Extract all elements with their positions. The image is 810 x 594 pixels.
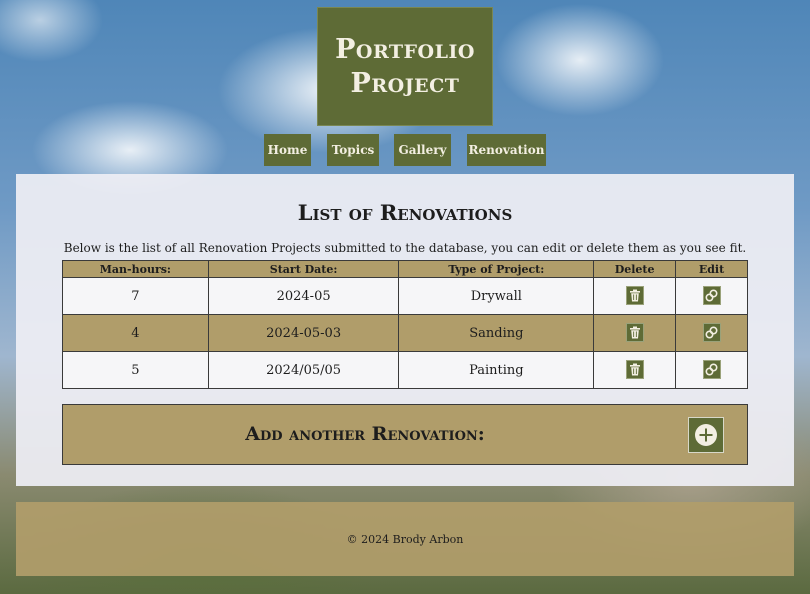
trash-icon (629, 289, 640, 302)
intro-text: Below is the list of all Renovation Proj… (63, 241, 747, 255)
site-footer: © 2024 Brody Arbon (16, 502, 794, 576)
col-header-delete: Delete (593, 260, 677, 278)
col-header-edit: Edit (675, 260, 748, 278)
cell-start: 2024/05/05 (207, 351, 400, 389)
edit-button[interactable] (702, 286, 721, 305)
cell-edit (675, 277, 748, 315)
cell-type: Sanding (398, 314, 595, 352)
cell-start: 2024-05 (207, 277, 400, 315)
site-title: Portfolio Project (335, 33, 475, 101)
delete-button[interactable] (625, 323, 644, 342)
renovations-panel: List of Renovations Below is the list of… (16, 174, 794, 486)
col-header-hours: Man-hours: (62, 260, 209, 278)
edit-link-icon (705, 289, 718, 302)
edit-button[interactable] (702, 360, 721, 379)
copyright-text: © 2024 Brody Arbon (346, 532, 464, 546)
cell-type: Drywall (398, 277, 595, 315)
add-renovation-bar: Add another Renovation: (62, 404, 748, 465)
trash-icon (629, 326, 640, 339)
cell-type: Painting (398, 351, 595, 389)
edit-button[interactable] (702, 323, 721, 342)
site-title-line2: Project (350, 67, 460, 99)
cell-start: 2024-05-03 (207, 314, 400, 352)
delete-button[interactable] (625, 360, 644, 379)
nav-gallery[interactable]: Gallery (394, 134, 451, 166)
add-renovation-button[interactable] (688, 417, 724, 453)
page-title: List of Renovations (297, 200, 513, 225)
renovations-table: Man-hours: Start Date: Type of Project: … (62, 260, 748, 389)
main-nav: Home Topics Gallery Renovation (0, 134, 810, 166)
cell-hours: 7 (62, 277, 209, 315)
cell-delete (593, 314, 677, 352)
delete-button[interactable] (625, 286, 644, 305)
nav-home[interactable]: Home (264, 134, 311, 166)
edit-link-icon (705, 363, 718, 376)
cell-delete (593, 351, 677, 389)
table-row: 5 2024/05/05 Painting (62, 351, 748, 389)
cell-edit (675, 351, 748, 389)
cell-edit (675, 314, 748, 352)
table-row: 7 2024-05 Drywall (62, 277, 748, 315)
cell-hours: 4 (62, 314, 209, 352)
plus-circle-icon (695, 424, 717, 446)
table-header-row: Man-hours: Start Date: Type of Project: … (62, 260, 748, 278)
trash-icon (629, 363, 640, 376)
cell-hours: 5 (62, 351, 209, 389)
col-header-type: Type of Project: (398, 260, 595, 278)
site-title-box: Portfolio Project (317, 7, 493, 126)
add-renovation-label: Add another Renovation: (245, 423, 485, 445)
edit-link-icon (705, 326, 718, 339)
col-header-start: Start Date: (207, 260, 400, 278)
nav-renovation[interactable]: Renovation (467, 134, 546, 166)
site-title-line1: Portfolio (335, 33, 475, 65)
cell-delete (593, 277, 677, 315)
nav-topics[interactable]: Topics (327, 134, 379, 166)
table-row: 4 2024-05-03 Sanding (62, 314, 748, 352)
